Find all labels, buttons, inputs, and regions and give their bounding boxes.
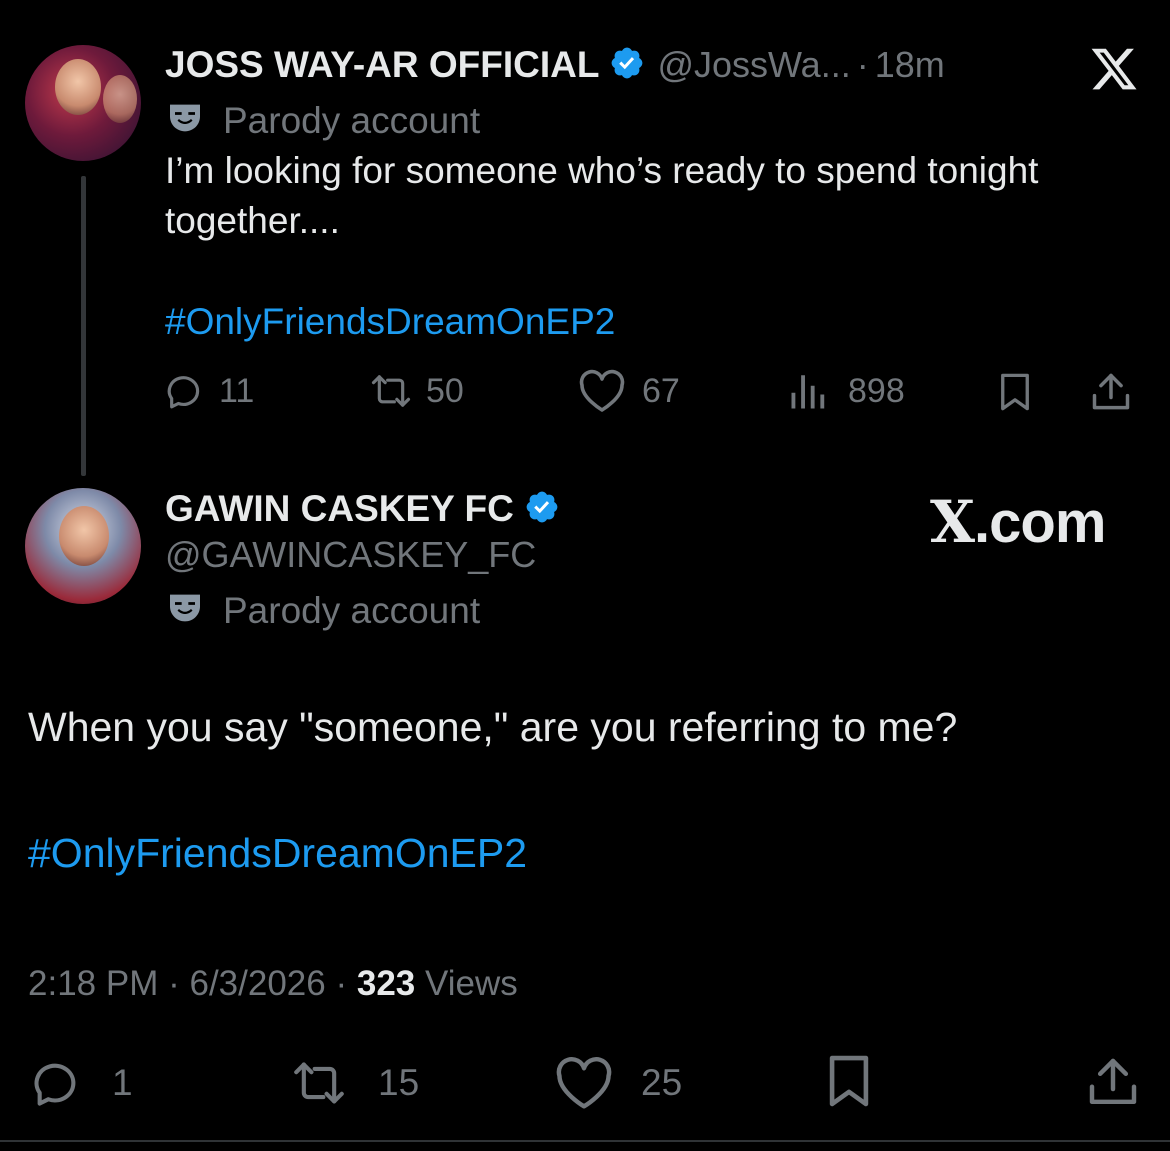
like-icon [578, 369, 626, 413]
avatar[interactable] [25, 488, 141, 604]
hashtag-link[interactable]: #OnlyFriendsDreamOnEP2 [28, 830, 527, 877]
parody-label: Parody account [165, 98, 480, 143]
repost-count: 50 [426, 371, 464, 410]
parody-mask-icon [165, 588, 205, 633]
reply-icon [28, 1057, 86, 1109]
avatar[interactable] [25, 45, 141, 161]
timestamp-time[interactable]: 2:18 PM [28, 964, 158, 1003]
share-icon[interactable] [1084, 1054, 1142, 1115]
verified-badge-icon [524, 489, 560, 530]
tweet1-header: JOSS WAY-AR OFFICIAL @JossWa... · 18m [165, 42, 945, 88]
views-count: 898 [848, 371, 905, 410]
like-icon [553, 1056, 615, 1110]
reply-button[interactable]: 11 [165, 368, 254, 414]
reply-count: 1 [112, 1062, 133, 1103]
tweet-text: When you say "someone," are you referrin… [28, 704, 958, 750]
display-name[interactable]: GAWIN CASKEY FC [165, 488, 514, 530]
like-button[interactable]: 67 [578, 368, 680, 414]
parody-text: Parody account [223, 99, 481, 141]
like-count: 67 [642, 371, 680, 410]
share-icon[interactable] [1088, 370, 1134, 419]
divider [0, 1140, 1170, 1142]
display-name[interactable]: JOSS WAY-AR OFFICIAL [165, 44, 599, 86]
parody-text: Parody account [223, 589, 481, 631]
bookmark-icon[interactable] [820, 1052, 878, 1115]
x-logo-icon [1088, 44, 1140, 99]
xcom-watermark: X.com [930, 488, 1106, 556]
thread-connector-line [81, 176, 86, 476]
hashtag-link[interactable]: #OnlyFriendsDreamOnEP2 [165, 297, 615, 347]
reply-button[interactable]: 1 [28, 1058, 133, 1108]
timestamp-row: 2:18 PM · 6/3/2026 · 323 Views [28, 964, 518, 1004]
handle[interactable]: @JossWa... [657, 44, 850, 86]
repost-icon [368, 371, 414, 411]
like-count: 25 [641, 1062, 683, 1103]
separator-dot: · [168, 964, 180, 1003]
tweet2-header: GAWIN CASKEY FC [165, 486, 560, 532]
verified-badge-icon [609, 45, 645, 86]
views-icon [788, 370, 830, 412]
reply-count: 11 [219, 371, 255, 410]
repost-button[interactable]: 50 [368, 368, 464, 414]
timestamp-date[interactable]: 6/3/2026 [189, 964, 325, 1003]
separator-dot: · [856, 44, 869, 85]
views-count: 323 [356, 964, 416, 1003]
repost-count: 15 [378, 1062, 420, 1103]
handle[interactable]: @GAWINCASKEY_FC [165, 534, 536, 576]
tweet-text: I’m looking for someone who’s ready to s… [165, 150, 1039, 241]
parody-mask-icon [165, 98, 205, 143]
time-ago[interactable]: 18m [875, 44, 945, 86]
bookmark-icon[interactable] [994, 370, 1036, 419]
repost-icon [286, 1057, 352, 1109]
like-button[interactable]: 25 [553, 1056, 683, 1110]
reply-icon [165, 371, 205, 411]
views-button[interactable]: 898 [788, 368, 905, 414]
repost-button[interactable]: 15 [286, 1058, 419, 1108]
separator-dot: · [335, 964, 348, 1003]
parody-label: Parody account [165, 588, 480, 633]
views-label: Views [425, 964, 518, 1003]
